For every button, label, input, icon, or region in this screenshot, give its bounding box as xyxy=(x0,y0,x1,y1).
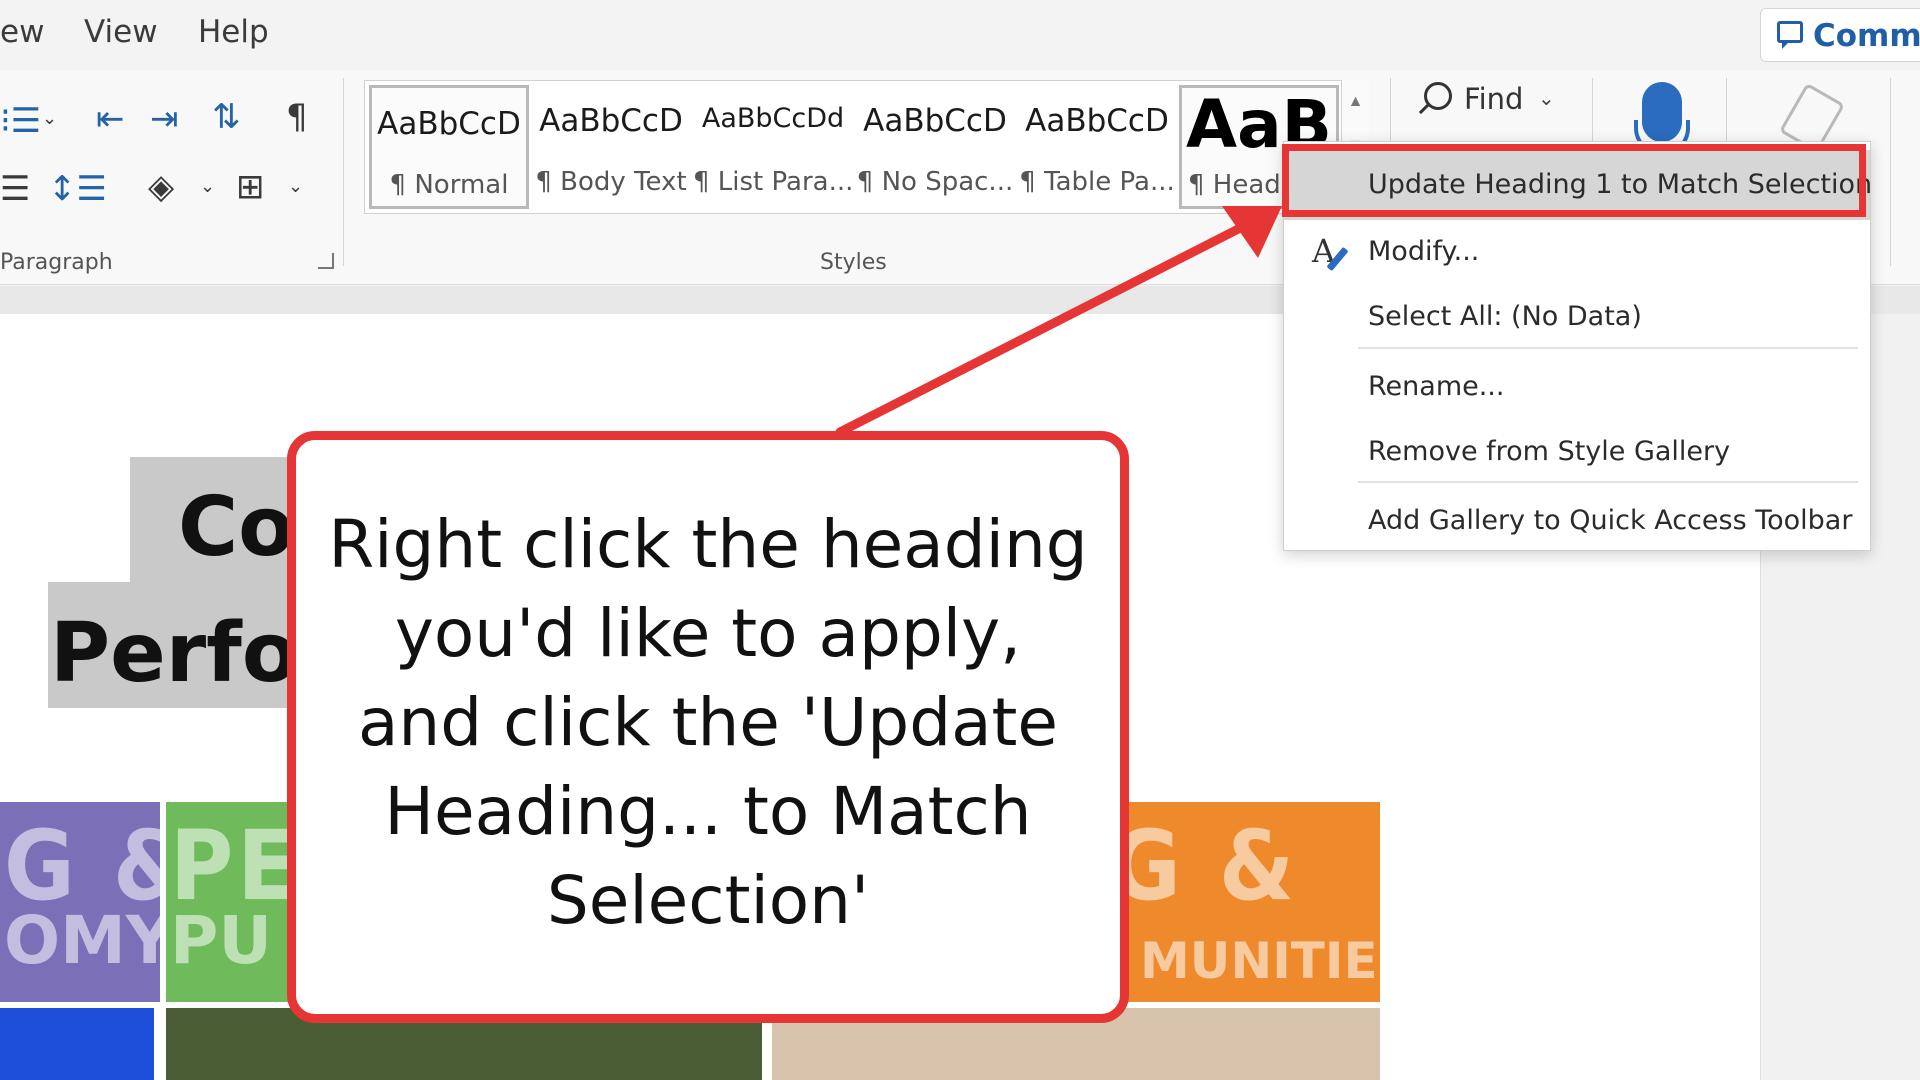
tile-text: MUNITIES xyxy=(1140,932,1380,990)
style-name: ¶ Table Pa... xyxy=(1019,167,1175,197)
image-tile-orange: G & MUNITIES xyxy=(1120,802,1380,1002)
tile-text: PU xyxy=(170,902,272,979)
style-body-text[interactable]: AaBbCcD ¶ Body Text xyxy=(531,85,691,209)
dialog-launcher-icon[interactable] xyxy=(318,253,334,269)
menu-item-add-gallery-to-qat[interactable]: Add Gallery to Quick Access Toolbar xyxy=(1284,491,1870,551)
style-sample: AaBbCcD xyxy=(863,103,1007,139)
menu-item-label: Modify... xyxy=(1368,236,1480,267)
image-tile-blue xyxy=(0,1008,154,1080)
increase-indent-icon[interactable]: ⇥ xyxy=(150,102,179,136)
tile-text: OMY xyxy=(4,902,160,979)
line-spacing-icon[interactable]: ↕☰ xyxy=(48,172,107,206)
style-name: ¶ No Spac... xyxy=(856,167,1014,197)
style-name: ¶ List Para... xyxy=(693,167,853,197)
tile-text: G & xyxy=(1120,810,1299,922)
menu-help[interactable]: Help xyxy=(198,14,269,50)
highlight-box xyxy=(1282,144,1866,217)
style-sample: AaBbCcD xyxy=(377,106,521,142)
menu-view[interactable]: View xyxy=(84,14,158,50)
chevron-down-icon[interactable]: ⌄ xyxy=(288,178,303,196)
decrease-indent-icon[interactable]: ⇤ xyxy=(96,102,125,136)
instruction-callout: Right click the heading you'd like to ap… xyxy=(287,431,1129,1023)
menu-separator xyxy=(1358,347,1858,349)
style-list-paragraph[interactable]: AaBbCcDd ¶ List Para... xyxy=(693,85,853,209)
menu-item-select-all[interactable]: Select All: (No Data) xyxy=(1284,287,1870,347)
styles-gallery: AaBbCcD ¶ Normal AaBbCcD ¶ Body Text AaB… xyxy=(364,80,1366,214)
menu-item-label: Remove from Style Gallery xyxy=(1368,436,1731,467)
chevron-down-icon[interactable]: ⌄ xyxy=(42,110,57,128)
borders-icon[interactable]: ⊞ xyxy=(236,170,265,204)
shading-icon[interactable]: ◈ xyxy=(148,170,174,204)
menu-separator xyxy=(1358,481,1858,483)
menu-item-label: Select All: (No Data) xyxy=(1368,301,1642,332)
comments-label: Comme xyxy=(1813,18,1920,54)
style-no-spacing[interactable]: AaBbCcD ¶ No Spac... xyxy=(855,85,1015,209)
style-sample: AaBbCcD xyxy=(539,103,683,139)
chevron-down-icon[interactable]: ⌄ xyxy=(200,178,215,196)
divider xyxy=(1890,78,1891,266)
menu-item-remove-from-gallery[interactable]: Remove from Style Gallery xyxy=(1284,422,1870,482)
style-name: ¶ Body Text xyxy=(535,167,687,197)
divider xyxy=(343,78,344,266)
modify-style-icon: A xyxy=(1312,232,1336,270)
menu-review[interactable]: ew xyxy=(0,14,44,50)
multilevel-list-icon[interactable]: ⁝☰ xyxy=(0,104,41,138)
menu-item-label: Rename... xyxy=(1368,371,1505,402)
show-formatting-icon[interactable]: ¶ xyxy=(286,100,308,134)
heading-text-line-1[interactable]: Co xyxy=(178,480,295,575)
menu-item-label: Add Gallery to Quick Access Toolbar xyxy=(1368,505,1853,536)
style-normal[interactable]: AaBbCcD ¶ Normal xyxy=(369,85,529,209)
image-tile-purple: G & OMY xyxy=(0,802,160,1002)
menu-item-modify[interactable]: A Modify... xyxy=(1284,222,1870,282)
callout-text: Right click the heading you'd like to ap… xyxy=(328,506,1088,939)
comment-icon xyxy=(1777,21,1803,49)
find-button[interactable]: Find xyxy=(1464,82,1523,116)
justify-icon[interactable]: ☰ xyxy=(0,172,30,206)
search-icon[interactable] xyxy=(1424,82,1452,110)
style-sample: AaBbCcD xyxy=(1025,103,1169,139)
style-table-paragraph[interactable]: AaBbCcD ¶ Table Pa... xyxy=(1017,85,1177,209)
style-sample: AaBbCcDd xyxy=(701,103,845,134)
styles-group-label: Styles xyxy=(820,250,887,275)
menu-bar: ew View Help Comme xyxy=(0,0,1920,70)
comments-button[interactable]: Comme xyxy=(1760,8,1920,62)
sort-icon[interactable]: ⇅ xyxy=(212,100,241,134)
image-tile-green: PE PU xyxy=(166,802,306,1002)
paragraph-group-label: Paragraph xyxy=(0,250,113,275)
chevron-down-icon[interactable]: ⌄ xyxy=(1538,86,1555,111)
style-name: ¶ Normal xyxy=(389,170,509,200)
menu-item-rename[interactable]: Rename... xyxy=(1284,357,1870,417)
chevron-up-icon[interactable]: ▲ xyxy=(1342,80,1369,124)
